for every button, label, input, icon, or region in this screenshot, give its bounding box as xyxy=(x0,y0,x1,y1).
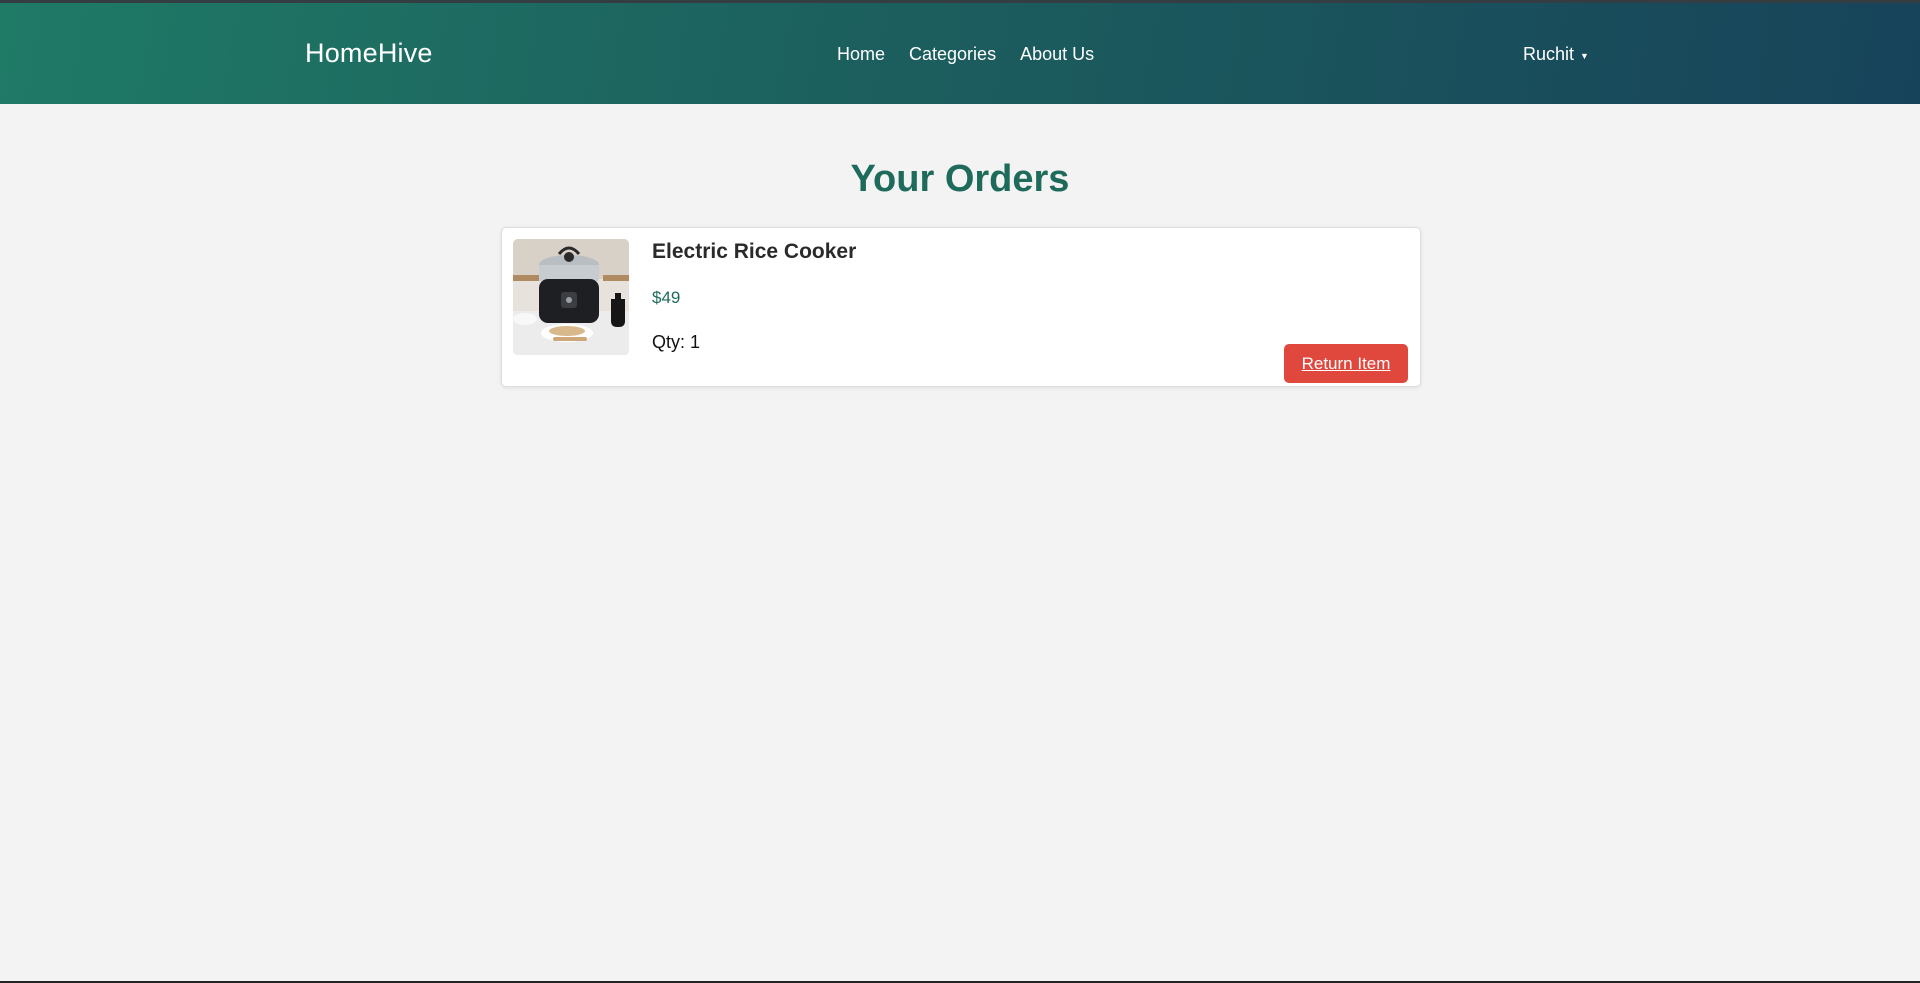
rice-cooker-illustration xyxy=(513,239,629,355)
caret-down-icon: ▼ xyxy=(1580,50,1589,61)
top-navigation-bar: HomeHive Home Categories About Us Ruchit… xyxy=(0,0,1920,104)
product-price: $49 xyxy=(652,288,681,307)
product-name[interactable]: Electric Rice Cooker xyxy=(652,240,856,264)
nav-categories[interactable]: Categories xyxy=(909,44,996,65)
nav-about-us[interactable]: About Us xyxy=(1020,44,1094,65)
user-menu[interactable]: Ruchit ▼ xyxy=(1523,44,1589,65)
rice-cooker-image xyxy=(513,239,629,355)
brand-logo[interactable]: HomeHive xyxy=(305,38,433,69)
page-title: Your Orders xyxy=(850,158,1070,200)
user-name: Ruchit xyxy=(1523,44,1575,64)
main-nav: Home Categories About Us xyxy=(837,44,1094,65)
product-quantity: Qty: 1 xyxy=(652,332,701,352)
nav-home[interactable]: Home xyxy=(837,44,885,65)
order-item-card: Electric Rice Cooker $49 Qty: 1 Return I… xyxy=(501,227,1421,387)
return-item-button[interactable]: Return Item xyxy=(1284,344,1408,383)
